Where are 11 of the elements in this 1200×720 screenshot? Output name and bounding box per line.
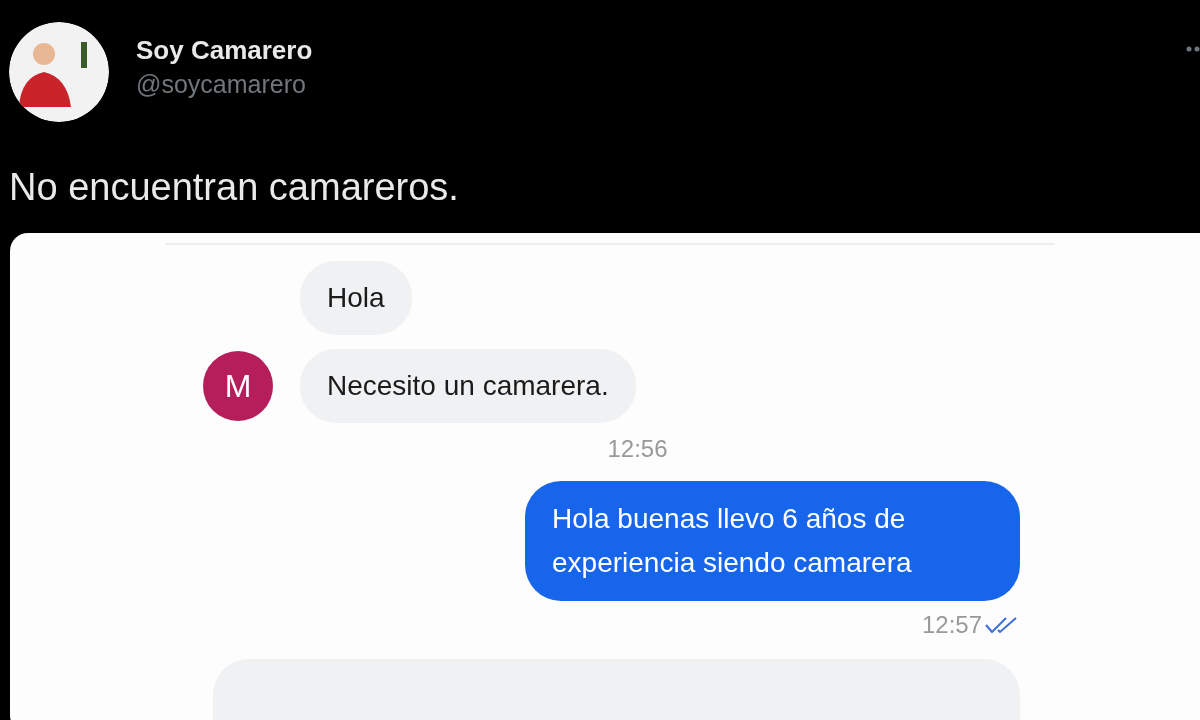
tweet-text: No encuentran camareros.	[8, 165, 460, 210]
timestamp: 12:56	[606, 435, 669, 463]
avatar-picture[interactable]	[9, 22, 109, 122]
received-message: Hola	[300, 261, 412, 335]
timestamp: 12:57	[921, 611, 982, 639]
author-name[interactable]: Soy Camarero	[136, 34, 313, 66]
image-card[interactable]: Hola M Necesito un camarera. 12:56 Hola buenas llevo 6 años de experiencia siendo camarera 12:57	[10, 233, 1200, 720]
contact-avatar: M	[203, 351, 273, 421]
author-handle[interactable]: @soycamarero	[136, 66, 313, 102]
received-message: Necesito un camarera.	[300, 349, 636, 423]
sent-message: Hola buenas llevo 6 años de experiencia siendo camarera	[525, 481, 1020, 601]
